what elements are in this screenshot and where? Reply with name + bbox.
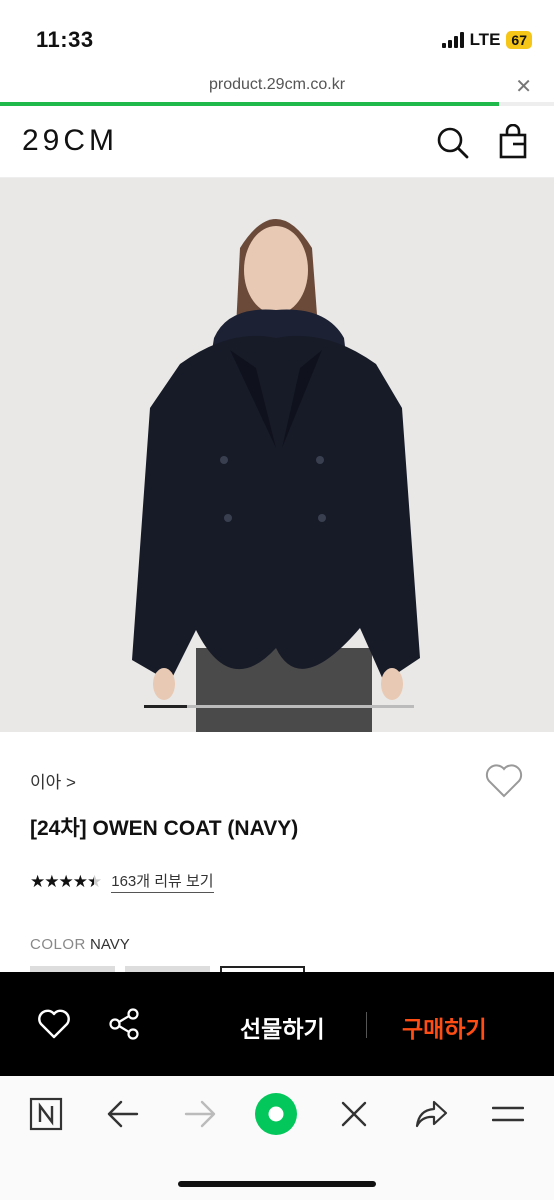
close-icon[interactable]: ✕ [515,74,532,99]
status-time: 11:33 [36,27,94,52]
gallery-indicator-track [187,705,414,708]
product-photo-illustration [0,178,554,732]
url-bar[interactable]: product.29cm.co.kr ✕ [0,72,554,102]
gallery-indicator-active [144,705,188,708]
like-heart-icon[interactable] [36,1006,72,1042]
home-indicator [178,1181,376,1187]
naver-green-dot-icon[interactable] [254,1092,298,1136]
reviews-link[interactable]: 163개 리뷰 보기 [111,870,214,893]
gift-button[interactable]: 선물하기 [240,1010,325,1044]
wishlist-heart-icon[interactable] [484,762,524,800]
status-indicators: LTE 67 [441,30,532,50]
rating-stars-icon: ★★★★★ [30,871,102,891]
menu-icon[interactable] [486,1092,530,1136]
purchase-action-bar: 선물하기 구매하기 [0,972,554,1076]
color-label: COLOR [30,936,86,953]
signal-icon [441,32,464,48]
brand-link[interactable]: 이아 > [30,768,76,793]
share-icon[interactable] [106,1006,142,1042]
action-divider [366,1012,367,1038]
color-value: NAVY [90,936,130,953]
back-arrow-icon[interactable] [101,1092,145,1136]
buy-button[interactable]: 구매하기 [402,1010,487,1044]
site-header: 29CM [0,106,554,178]
product-image[interactable] [0,178,554,732]
site-logo[interactable]: 29CM [22,124,118,158]
rating-row: ★★★★★ 163개 리뷰 보기 [30,870,214,893]
network-type: LTE [469,30,501,49]
forward-arrow-icon[interactable] [178,1092,222,1136]
share-arrow-icon[interactable] [409,1092,453,1136]
gallery-indicator [144,705,414,708]
product-title: [24차] OWEN COAT (NAVY) [30,817,299,840]
naver-home-icon[interactable] [24,1092,68,1136]
shopping-bag-icon[interactable] [496,124,532,160]
search-icon[interactable] [434,124,470,160]
url-text[interactable]: product.29cm.co.kr [0,76,554,94]
status-bar: 11:33 LTE 67 [0,0,554,72]
close-tab-icon[interactable] [332,1092,376,1136]
color-row: COLOR NAVY [30,936,130,953]
battery-level: 67 [506,31,532,49]
